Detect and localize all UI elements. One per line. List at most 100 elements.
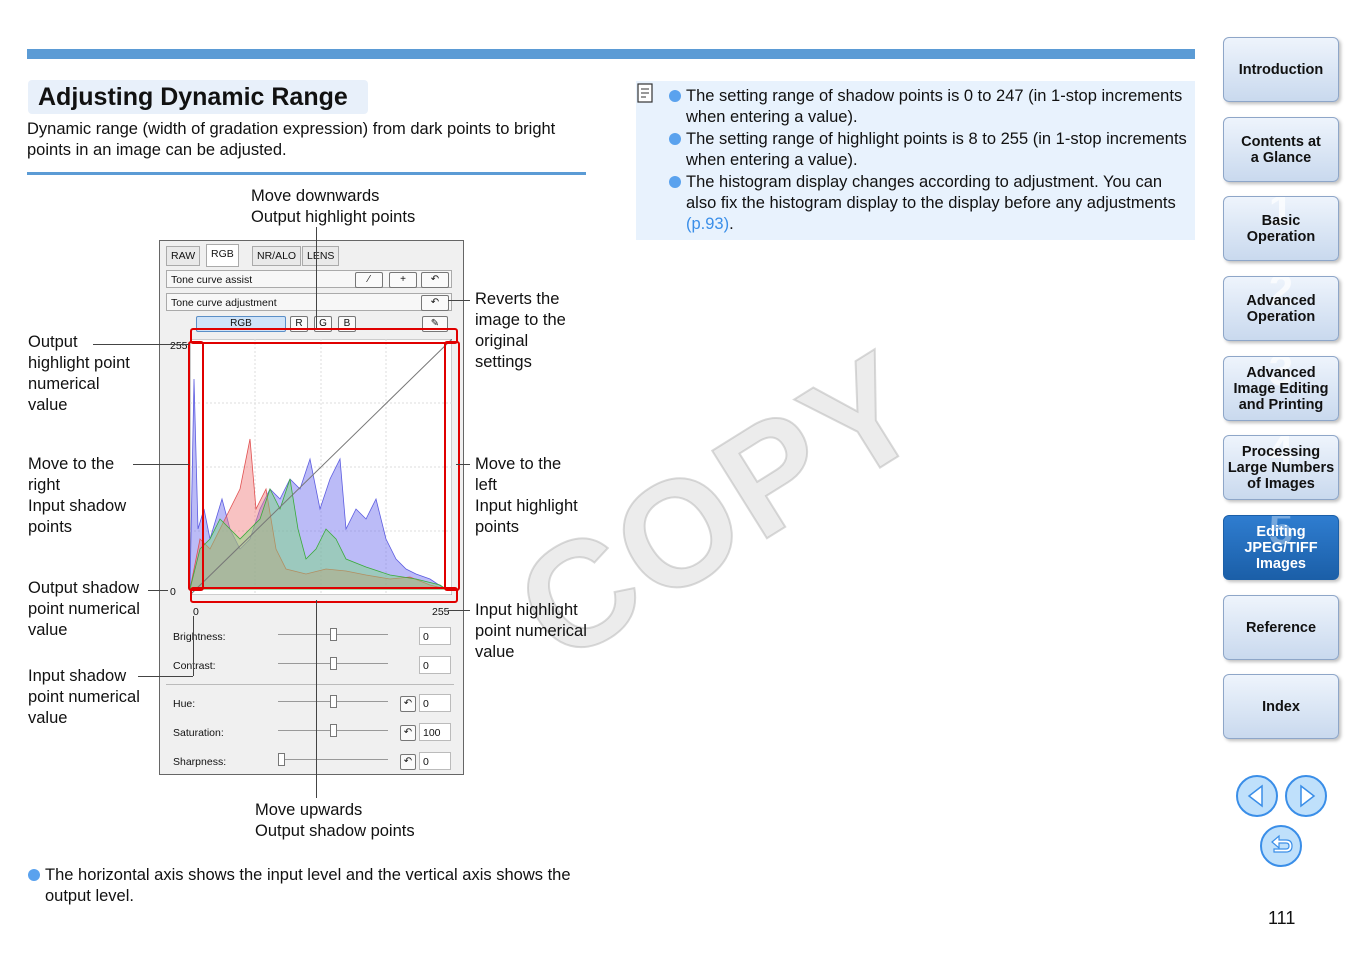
nav-tab-reference[interactable]: Reference: [1223, 595, 1339, 660]
callout-mr-line2: right: [28, 476, 61, 494]
page-title: Adjusting Dynamic Range: [38, 83, 348, 111]
nav-tab-editing-jpeg-tiff[interactable]: 5 Editing JPEG/TIFF Images: [1223, 515, 1339, 580]
footnote-text: The horizontal axis shows the input leve…: [45, 866, 571, 905]
hue-value[interactable]: 0: [419, 694, 451, 712]
callout-ihv-line2: point numerical: [475, 622, 587, 640]
tab-rgb[interactable]: RGB: [206, 244, 239, 267]
next-page-button[interactable]: [1284, 774, 1328, 818]
saturation-value[interactable]: 100: [419, 723, 451, 741]
nav-tab-advanced-editing[interactable]: 3 Advanced Image Editing and Printing: [1223, 356, 1339, 421]
nav-tab-label: Introduction: [1238, 61, 1324, 78]
callout-top: Move downwards Output highlight points: [251, 186, 415, 228]
nav-tab-processing[interactable]: 4 Processing Large Numbers of Images: [1223, 435, 1339, 500]
note-3-period: .: [729, 215, 734, 233]
brightness-slider[interactable]: [330, 628, 337, 641]
page-link[interactable]: (p.93): [686, 215, 729, 233]
x-max-label: 255: [432, 606, 450, 618]
intro-text: Dynamic range (width of gradation expres…: [27, 120, 556, 159]
previous-page-button[interactable]: [1235, 774, 1279, 818]
callout-ihv-line3: value: [475, 643, 515, 661]
callout-line-output-shadow: [148, 590, 168, 591]
callout-move-right: Move to the right Input shadow points: [28, 454, 126, 538]
page-number: 111: [1268, 908, 1296, 928]
callout-reverts-line2: image to the: [475, 311, 566, 329]
saturation-label: Saturation:: [173, 727, 224, 739]
tab-raw[interactable]: RAW: [166, 246, 201, 266]
tone-curve-assist-row: Tone curve assist ⁄ + ↶: [166, 270, 452, 288]
nav-tab-advanced-operation[interactable]: 2 Advanced Operation: [1223, 276, 1339, 341]
reset-curve-button[interactable]: ↶: [421, 295, 449, 311]
y-max-label: 255: [170, 340, 188, 352]
memo-icon: [637, 83, 653, 103]
input-highlight-frame: [444, 341, 460, 591]
callout-vline-input-shadow: [193, 616, 194, 676]
curve-assist-plus-button[interactable]: +: [389, 272, 417, 288]
callout-bottom-line1: Move upwards: [255, 801, 363, 819]
nav-tab-introduction[interactable]: Introduction: [1223, 37, 1339, 102]
curve-assist-reset-button[interactable]: ↶: [421, 272, 449, 288]
callout-reverts: Reverts the image to the original settin…: [475, 289, 566, 373]
callout-line-input-highlight: [448, 610, 470, 611]
callout-move-left: Move to the left Input highlight points: [475, 454, 578, 538]
input-shadow-frame: [188, 341, 204, 591]
callout-mr-line1: Move to the: [28, 455, 115, 473]
callout-reverts-line3: original: [475, 332, 529, 350]
y-min-label: 0: [170, 586, 176, 598]
note-bullet-icon: [669, 90, 681, 102]
saturation-slider[interactable]: [330, 724, 337, 737]
panel-divider: [166, 684, 454, 685]
hue-slider[interactable]: [330, 695, 337, 708]
contrast-slider[interactable]: [330, 657, 337, 670]
callout-ohv-line3: numerical: [28, 375, 100, 393]
callout-input-shadow-value: Input shadow point numerical value: [28, 666, 140, 729]
hue-reset-button[interactable]: ↶: [400, 696, 416, 712]
nav-tab-label: Basic Operation: [1246, 212, 1316, 245]
section-rule: [27, 172, 586, 175]
callout-ml-line3: Input highlight: [475, 497, 578, 515]
histogram-curve[interactable]: [190, 339, 452, 595]
curve-assist-button[interactable]: ⁄: [355, 272, 383, 288]
sharpness-value[interactable]: 0: [419, 752, 451, 770]
callout-line-top: [316, 227, 317, 328]
note-3: The histogram display changes according …: [686, 172, 1191, 235]
callout-line-reverts: [448, 300, 470, 301]
note-2: The setting range of highlight points is…: [686, 130, 1187, 169]
tone-curve-assist-label: Tone curve assist: [171, 274, 253, 286]
callout-ml-line1: Move to the: [475, 455, 562, 473]
nav-tab-label: Advanced Operation: [1246, 292, 1316, 325]
note-bullet-icon: [669, 176, 681, 188]
back-button[interactable]: [1259, 824, 1303, 868]
note-1: The setting range of shadow points is 0 …: [686, 87, 1183, 126]
note-bullet-icon: [669, 133, 681, 145]
callout-isv-line2: point numerical: [28, 688, 140, 706]
output-highlight-frame: [190, 328, 458, 344]
nav-tab-basic-operation[interactable]: 1 Basic Operation: [1223, 196, 1339, 261]
sharpness-track: [278, 759, 388, 760]
sharpness-reset-button[interactable]: ↶: [400, 754, 416, 770]
tone-curve-adjustment-label: Tone curve adjustment: [171, 297, 277, 309]
nav-tab-index[interactable]: Index: [1223, 674, 1339, 739]
top-accent-bar: [27, 49, 1195, 59]
sharpness-label: Sharpness:: [173, 756, 227, 768]
brightness-label: Brightness:: [173, 631, 226, 643]
callout-ihv-line1: Input highlight: [475, 601, 578, 619]
tab-nr-alo[interactable]: NR/ALO: [252, 246, 302, 266]
callout-osv-line3: value: [28, 621, 68, 639]
callout-osv-line2: point numerical: [28, 600, 140, 618]
saturation-reset-button[interactable]: ↶: [400, 725, 416, 741]
nav-tab-contents[interactable]: Contents at a Glance: [1223, 117, 1339, 182]
callout-isv-line3: value: [28, 709, 68, 727]
sharpness-slider[interactable]: [278, 753, 285, 766]
callout-output-shadow-value: Output shadow point numerical value: [28, 578, 140, 641]
contrast-value[interactable]: 0: [419, 656, 451, 674]
callout-output-highlight-value: Output highlight point numerical value: [28, 332, 130, 416]
callout-line-bottom: [316, 600, 317, 798]
brightness-value[interactable]: 0: [419, 627, 451, 645]
callout-line-move-right: [133, 464, 189, 465]
callout-ml-line4: points: [475, 518, 520, 536]
callout-reverts-line1: Reverts the: [475, 290, 560, 308]
nav-tab-label: Advanced Image Editing and Printing: [1233, 364, 1329, 413]
tab-lens[interactable]: LENS: [302, 246, 340, 266]
callout-ml-line2: left: [475, 476, 498, 494]
callout-top-line1: Move downwards: [251, 187, 380, 205]
